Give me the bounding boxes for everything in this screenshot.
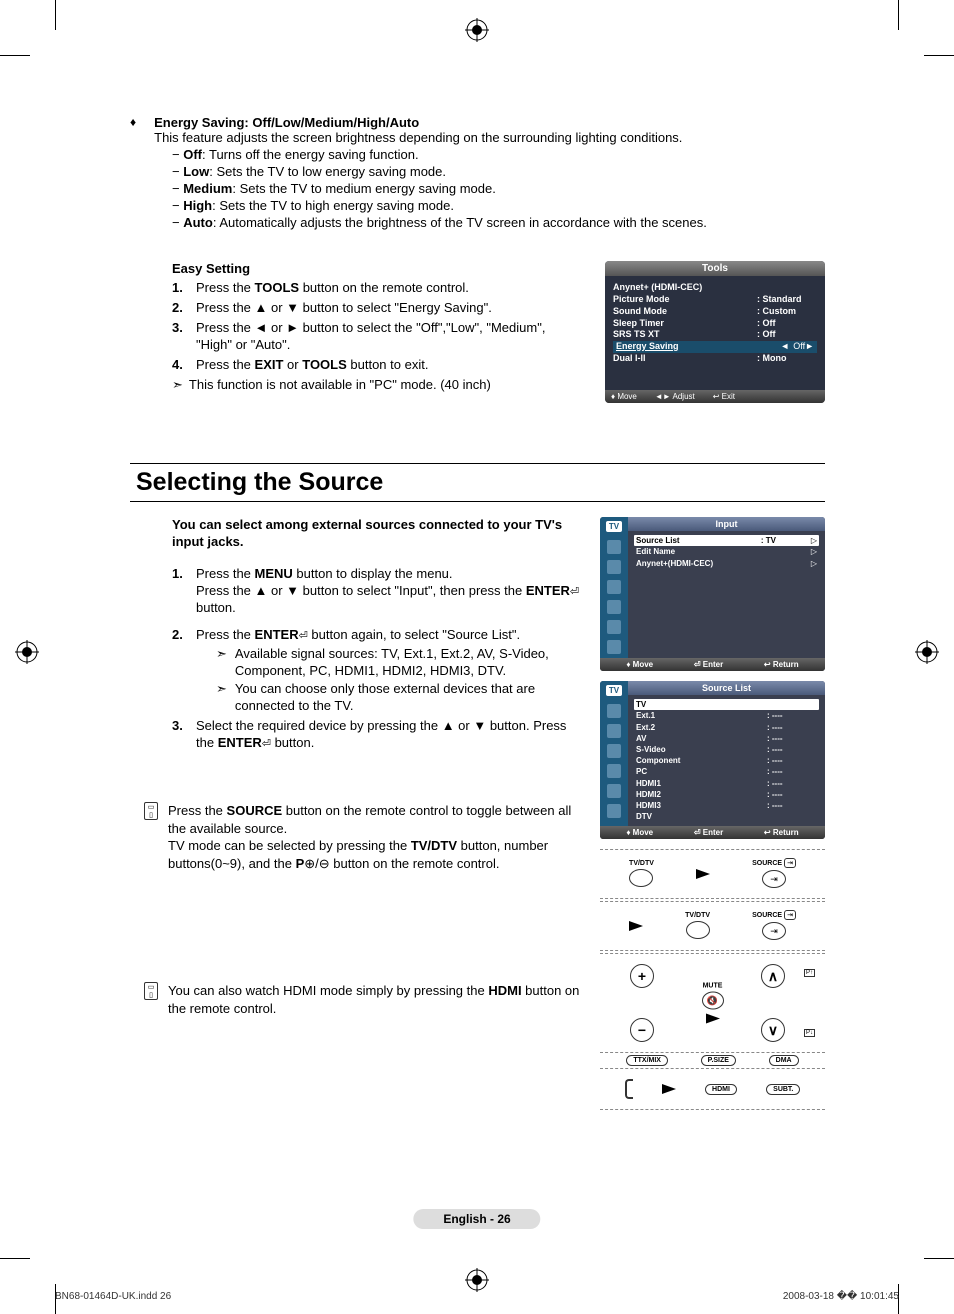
registration-mark-icon: [465, 1268, 489, 1292]
enter-icon: ⏎: [299, 629, 308, 643]
registration-mark-icon: [915, 640, 939, 664]
osd-source-row: Component: ----: [634, 755, 819, 766]
opt-off: − Off: Turns off the energy saving funct…: [130, 147, 825, 164]
tools-move: ♦ Move: [611, 392, 637, 401]
opt-high: − High: Sets the TV to high energy savin…: [130, 198, 825, 215]
osd-source-row: PC: ----: [634, 766, 819, 777]
osd-icon: [607, 764, 621, 778]
page-footer: English - 26: [413, 1209, 540, 1229]
osd-icon: [607, 804, 621, 818]
pointer-icon: [696, 869, 710, 879]
remote-diagram-3: + − ∧ ∨ MUTE 🔇 P↑ P↓: [600, 953, 825, 1053]
note-source: Press the SOURCE button on the remote co…: [168, 802, 582, 872]
remote-diagram-4: HDMI SUBT.: [600, 1068, 825, 1110]
osd-source-row: Ext.2: ----: [634, 722, 819, 733]
enter-icon: ⏎: [570, 585, 579, 599]
remote-icon: ▭▯: [144, 982, 158, 1000]
osd-source-row: HDMI3: ----: [634, 800, 819, 811]
section-intro: You can select among external sources co…: [130, 517, 582, 551]
p-up-down-icon: ⊕/⊖: [304, 856, 329, 871]
osd-icon: [607, 704, 621, 718]
tools-title: Tools: [605, 261, 825, 276]
osd-icon: [607, 744, 621, 758]
osd-source-list-panel: TV Source List TVExt.1: ----Ext.2: ----A…: [600, 681, 825, 839]
energy-saving-title: Energy Saving: Off/Low/Medium/High/Auto: [154, 115, 419, 130]
osd-icon: [607, 620, 621, 634]
tools-osd-panel: Tools Anynet+ (HDMI-CEC) Picture Mode: S…: [605, 261, 825, 403]
opt-low: − Low: Sets the TV to low energy saving …: [130, 164, 825, 181]
osd-source-row: AV: ----: [634, 733, 819, 744]
osd-source-row: DTV: [634, 811, 819, 822]
note-hdmi: You can also watch HDMI mode simply by p…: [168, 982, 582, 1017]
remote-row-labels: TTX/MIX P.SIZE DMA: [600, 1053, 825, 1068]
easy-step2: Press the ▲ or ▼ button to select "Energ…: [196, 300, 585, 317]
opt-medium: − Medium: Sets the TV to medium energy s…: [130, 181, 825, 198]
section-title: Selecting the Source: [130, 463, 825, 502]
src-step1: Press the MENU button to display the men…: [196, 566, 582, 617]
easy-note: This function is not available in "PC" m…: [189, 377, 491, 394]
pointer-icon: [629, 921, 643, 931]
tools-energy-saving-row: Energy Saving◄Off►: [613, 341, 817, 353]
registration-mark-icon: [465, 18, 489, 42]
remote-diagram-1: TV/DTV SOURCE⇥ ⇥: [600, 849, 825, 899]
osd-source-row: TV: [634, 699, 819, 710]
note-arrow-icon: ➣: [216, 646, 227, 680]
osd-icon: [607, 560, 621, 574]
remote-diagram-2: TV/DTV SOURCE⇥ ⇥: [600, 901, 825, 951]
registration-mark-icon: [15, 640, 39, 664]
src-step3: Select the required device by pressing t…: [196, 718, 582, 752]
easy-step3: Press the ◄ or ► button to select the "O…: [196, 320, 585, 354]
tools-adjust: ◄► Adjust: [655, 392, 695, 401]
note-arrow-icon: ➣: [216, 681, 227, 715]
osd-input-panel: TV Input Source List: TV▷ Edit Name▷: [600, 517, 825, 671]
osd-source-row: S-Video: ----: [634, 744, 819, 755]
osd-icon: [607, 640, 621, 654]
note-arrow-icon: ➣: [172, 377, 183, 394]
src-step2: Press the ENTER⏎ button again, to select…: [196, 627, 582, 715]
osd-source-row: Ext.1: ----: [634, 710, 819, 721]
easy-heading: Easy Setting: [172, 261, 250, 276]
remote-icon: ▭▯: [144, 802, 158, 820]
bullet-icon: ♦: [130, 115, 136, 145]
tools-exit: ↩ Exit: [713, 392, 735, 401]
osd-source-row: HDMI1: ----: [634, 778, 819, 789]
energy-saving-desc: This feature adjusts the screen brightne…: [154, 130, 682, 145]
easy-step4: Press the EXIT or TOOLS button to exit.: [196, 357, 585, 374]
osd-icon: [607, 600, 621, 614]
doc-file: BN68-01464D-UK.indd 26: [55, 1291, 171, 1302]
doc-timestamp: 2008-03-18 �� 10:01:45: [783, 1291, 899, 1302]
opt-auto: − Auto: Automatically adjusts the bright…: [130, 215, 825, 232]
easy-step1: Press the TOOLS button on the remote con…: [196, 280, 585, 297]
osd-icon: [607, 784, 621, 798]
osd-icon: [607, 580, 621, 594]
pointer-icon: [662, 1084, 676, 1094]
osd-icon: [607, 724, 621, 738]
osd-icon: [607, 540, 621, 554]
osd-source-row: HDMI2: ----: [634, 789, 819, 800]
enter-icon: ⏎: [262, 737, 271, 751]
